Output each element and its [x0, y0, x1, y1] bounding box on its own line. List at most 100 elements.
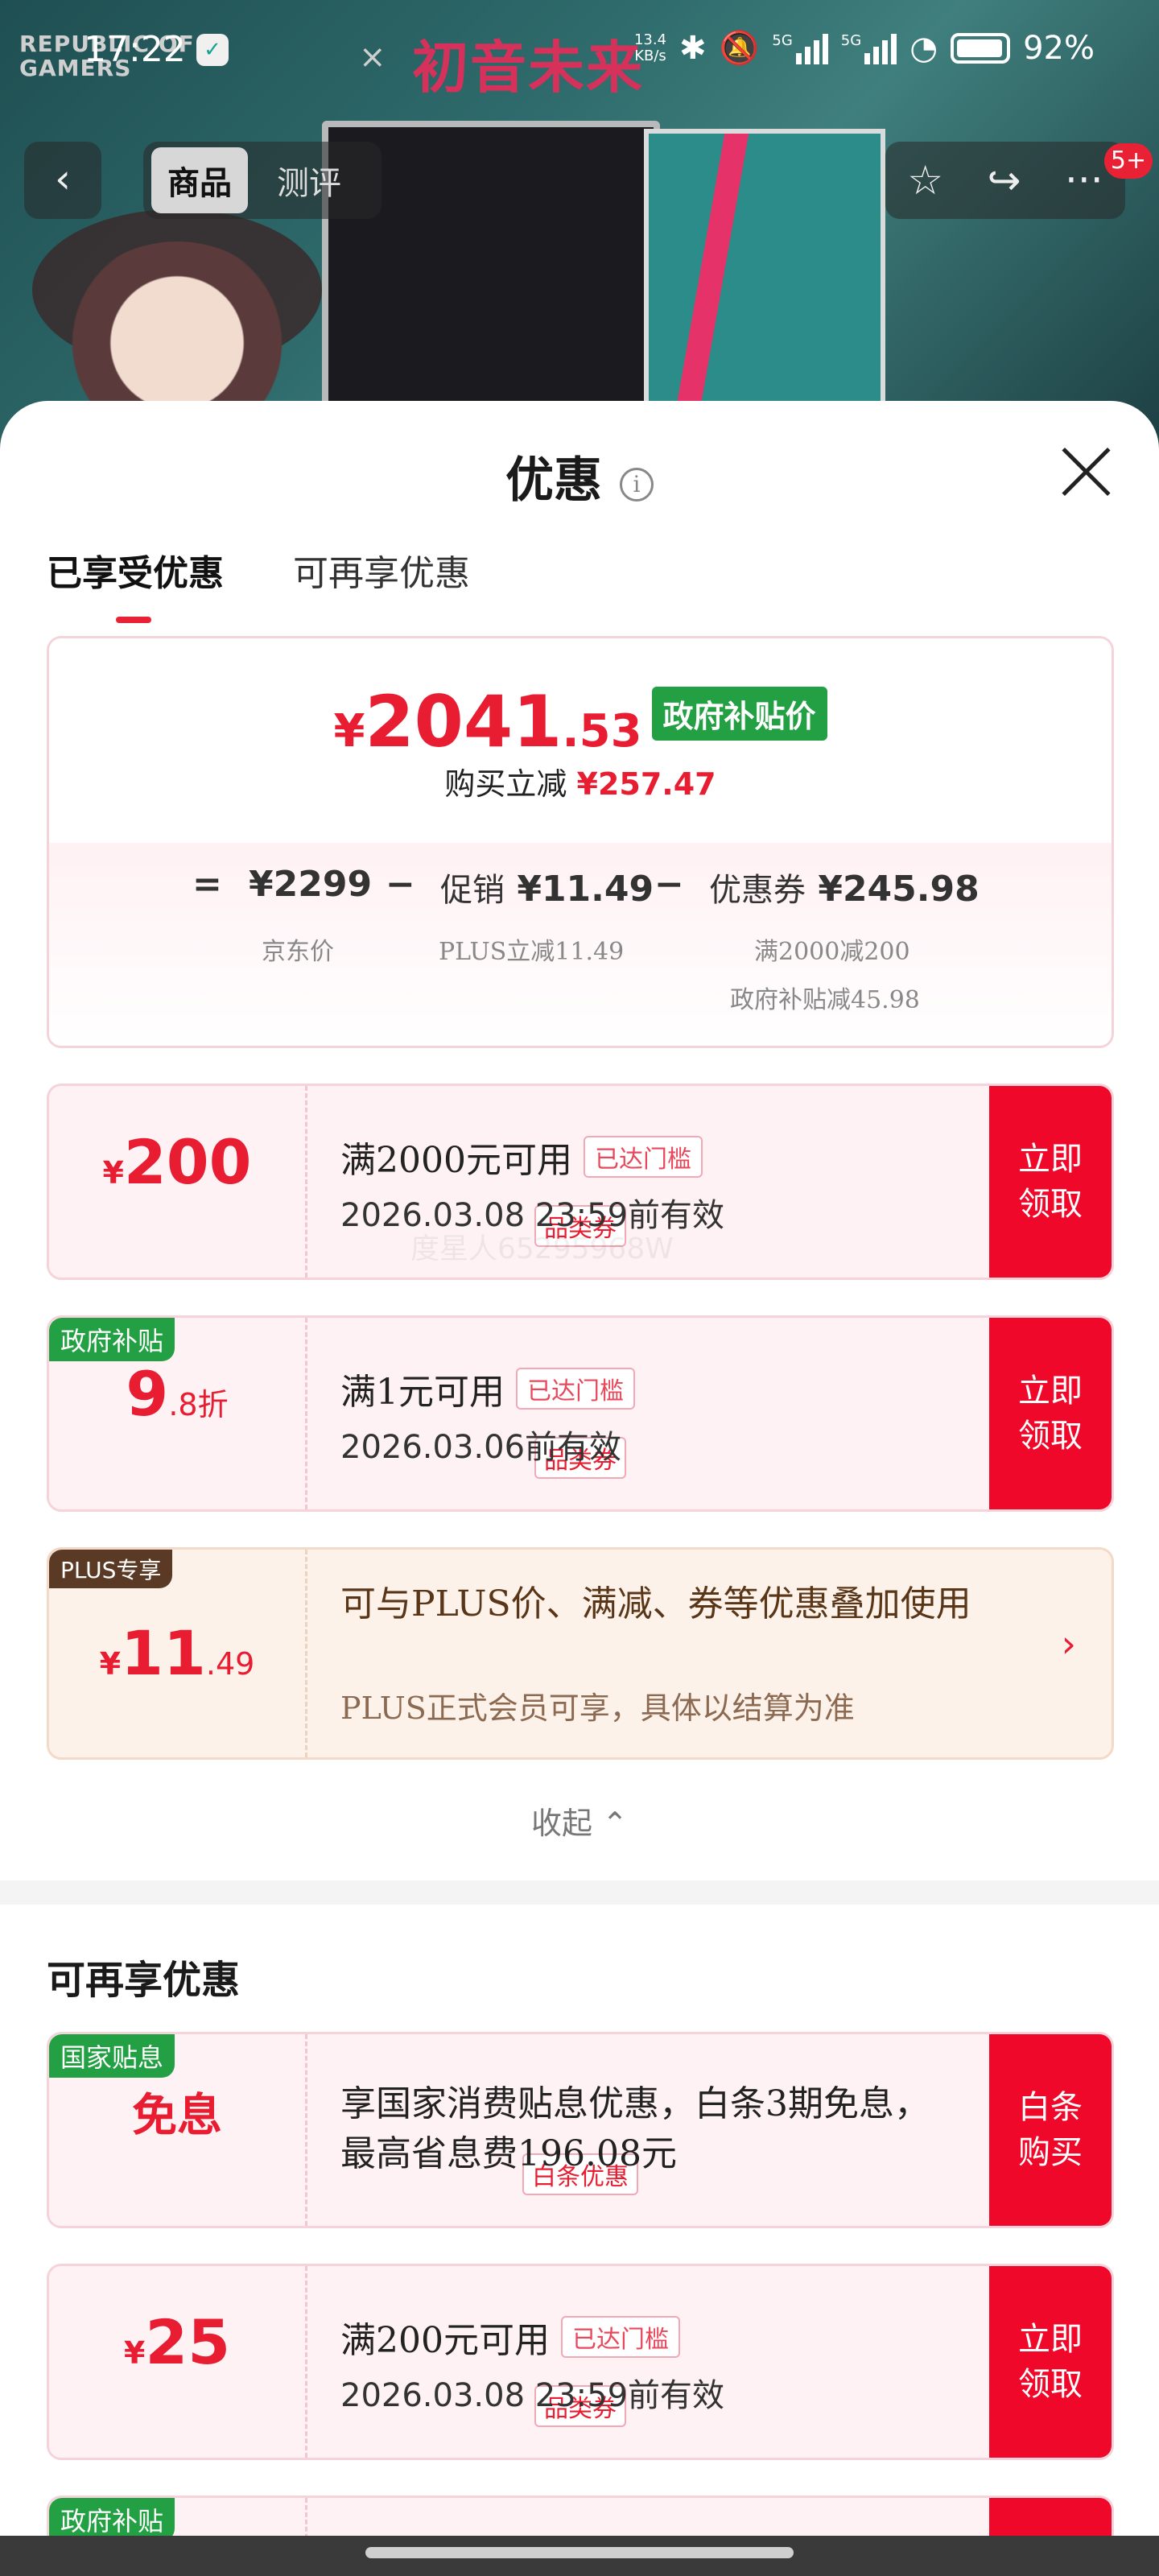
threshold-met-badge: 已达门槛 [560, 2316, 680, 2358]
interest-free-label: 免息 [132, 2089, 222, 2142]
plus-exclusive-corner-tag: PLUS专享 [49, 1550, 173, 1588]
price-decimal: .53 [562, 705, 642, 758]
sheet-title-text: 优惠 [505, 452, 602, 509]
signal-icon-2: 5G [841, 32, 897, 64]
interest-free-description: 享国家消费贴息优惠，白条3期免息，最高省息费196.08元 [340, 2083, 930, 2174]
coupon-condition-text: 满1元可用 [340, 1372, 505, 1413]
coupon-sub-1: 满2000减200 [754, 938, 910, 966]
sheet-title: 优惠 i [0, 441, 1159, 511]
promo-label: 促销 [440, 872, 505, 909]
mi-app-icon: ✓ [196, 34, 229, 66]
message-badge: 5+ [1104, 143, 1153, 179]
bluetooth-icon: ✱ [679, 29, 707, 67]
coupon-amount: ¥25 [49, 2306, 305, 2378]
promo: 促销 ¥11.49 [440, 864, 654, 910]
share-icon[interactable]: ↪ [988, 157, 1021, 204]
jd-price-sub: 京东价 [262, 938, 334, 966]
plus-discount-card[interactable]: PLUS专享 ¥11.49 可与PLUS价、满减、券等优惠叠加使用 PLUS正式… [47, 1547, 1114, 1760]
coupon-total-value: ¥245.98 [818, 869, 980, 910]
coupon-yen: ¥ [102, 1155, 124, 1191]
formula-equals: = [192, 864, 222, 905]
info-icon[interactable]: i [620, 467, 654, 502]
nav-tabs: 商品 测评 [143, 142, 382, 219]
status-time: 17:22 [84, 29, 186, 70]
signal-5g-label-2: 5G [840, 31, 862, 49]
collapse-button[interactable]: 收起 ⌃ [0, 1798, 1159, 1843]
net-speed-unit: KB/s [634, 47, 666, 64]
mute-icon: 🔕 [719, 30, 760, 67]
price-integer: 2041 [365, 680, 563, 763]
reduction-value: ¥257.47 [576, 766, 716, 802]
coupon-condition: 满200元可用 已达门槛 [340, 2311, 680, 2363]
gov-subsidy-price-tag: 政府补贴价 [651, 687, 827, 741]
battery-percent: 92% [1023, 29, 1095, 67]
section-divider [0, 1880, 1159, 1905]
price-yen: ¥ [333, 705, 365, 758]
claim-button[interactable]: 立即 领取 [989, 2266, 1112, 2458]
coupon-validity: 2026.03.08 23:59前有效 [340, 2377, 725, 2414]
chevron-left-icon: ‹ [55, 155, 71, 202]
net-speed-value: 13.4 [633, 31, 667, 48]
coupon-condition: 满2000元可用 已达门槛 [340, 1131, 703, 1183]
interest-free-card: 国家贴息 免息 白条优惠 享国家消费贴息优惠，白条3期免息，最高省息费196.0… [47, 2032, 1114, 2228]
price-summary-card: ¥2041.53 政府补贴价 购买立减 ¥257.47 = ¥2299 − 促销 … [47, 636, 1114, 1048]
star-icon[interactable]: ☆ [907, 157, 943, 204]
baitiao-line1: 白条 [1018, 2089, 1083, 2126]
final-price: ¥2041.53 政府补贴价 [49, 680, 1112, 763]
coupon-total: 优惠券 ¥245.98 [709, 864, 980, 910]
status-bar: 17:22 ✓ 13.4 KB/s ✱ 🔕 5G 5G ◔ 92% [0, 24, 1159, 80]
more-discounts-title: 可再享优惠 [47, 1958, 241, 2003]
coupon-total-label: 优惠券 [709, 872, 806, 909]
coupon-value: 25 [145, 2306, 231, 2378]
coupon-yen: ¥ [123, 2335, 146, 2371]
coupon-amount: 9.8折 [49, 1358, 305, 1430]
claim-line1: 立即 [1018, 2321, 1083, 2358]
tab-enjoyed-discounts[interactable]: 已享受优惠 [47, 544, 224, 623]
threshold-met-badge: 已达门槛 [583, 1136, 703, 1178]
signal-icon: 5G [772, 31, 828, 64]
claim-line1: 立即 [1018, 1373, 1083, 1410]
claim-button[interactable]: 立即 领取 [989, 1318, 1112, 1509]
claim-line2: 领取 [1018, 1186, 1083, 1223]
baitiao-buy-button[interactable]: 白条 购买 [989, 2034, 1112, 2226]
discount-sheet: 优惠 i 已享受优惠 可再享优惠 ¥2041.53 政府补贴价 购买立减 ¥257.… [0, 401, 1159, 2576]
chevron-right-icon: › [1061, 1622, 1076, 1666]
tab-product[interactable]: 商品 [151, 147, 248, 213]
claim-button[interactable]: 立即 领取 [989, 1086, 1112, 1278]
formula-minus-2: − [654, 864, 684, 905]
coupon-value: 200 [123, 1126, 252, 1198]
home-gesture-bar[interactable] [365, 2547, 794, 2558]
plus-note: PLUS正式会员可享，具体以结算为准 [340, 1690, 855, 1726]
coupon-card-discount: 政府补贴 9.8折 品类券 满1元可用 已达门槛 2026.03.06前有效 立即… [47, 1315, 1114, 1512]
claim-line2: 领取 [1018, 2366, 1083, 2403]
tab-more-discounts[interactable]: 可再享优惠 [293, 544, 470, 596]
battery-icon [951, 32, 1011, 64]
plus-description: 可与PLUS价、满减、券等优惠叠加使用 [340, 1583, 971, 1624]
signal-5g-label: 5G [772, 31, 793, 49]
more-icon[interactable]: ··· [1065, 157, 1103, 204]
close-button[interactable] [1058, 443, 1114, 499]
net-speed: 13.4 KB/s [633, 31, 667, 64]
coupon-condition: 满1元可用 已达门槛 [340, 1363, 635, 1414]
gov-subsidy-corner-tag: 政府补贴 [49, 2498, 175, 2541]
reduction-label: 购买立减 [444, 766, 567, 802]
promo-sub: PLUS立减11.49 [439, 938, 625, 966]
formula-minus-1: − [386, 864, 415, 905]
coupon-sub-2: 政府补贴减45.98 [730, 986, 920, 1014]
threshold-met-badge: 已达门槛 [516, 1368, 635, 1410]
coupon-validity: 2026.03.06前有效 [340, 1429, 622, 1466]
promo-value: ¥11.49 [517, 869, 654, 910]
instant-reduction: 购买立减 ¥257.47 [49, 759, 1112, 803]
national-subsidy-corner-tag: 国家贴息 [49, 2034, 175, 2078]
coupon-value-suffix: .8折 [168, 1387, 229, 1422]
claim-line1: 立即 [1018, 1141, 1083, 1178]
tab-review[interactable]: 测评 [261, 147, 357, 213]
wifi-icon: ◔ [909, 29, 938, 67]
coupon-condition-text: 满200元可用 [340, 2320, 550, 2361]
discount-tabs: 已享受优惠 可再享优惠 [47, 544, 470, 623]
coupon-condition-text: 满2000元可用 [340, 1140, 572, 1181]
gov-subsidy-corner-tag: 政府补贴 [49, 1318, 175, 1361]
back-button[interactable]: ‹ [24, 142, 101, 219]
watermark: 度星人65295968W [410, 1232, 674, 1265]
plus-value-decimal: .49 [205, 1646, 255, 1682]
